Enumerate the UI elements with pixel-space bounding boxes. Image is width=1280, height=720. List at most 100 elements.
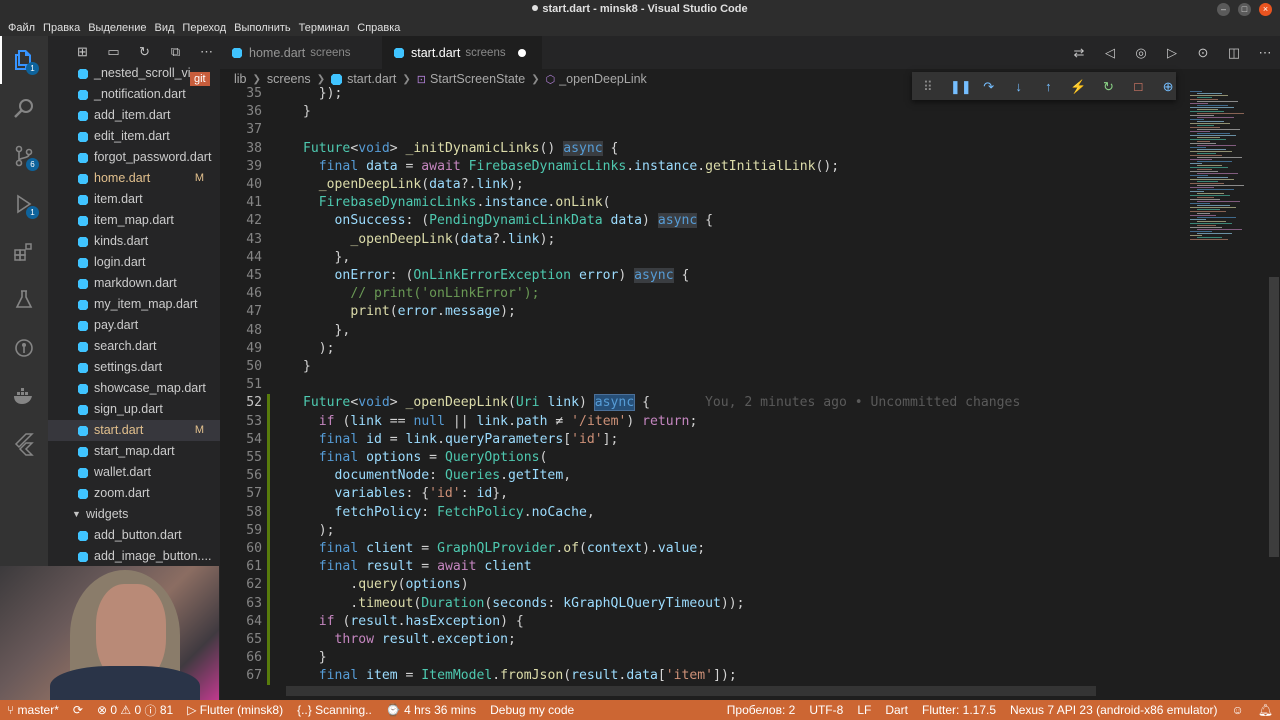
hot-reload-icon[interactable]: ⚡ [1070,78,1086,95]
step-into-icon[interactable]: ↓ [1011,78,1027,95]
file-item[interactable]: my_item_map.dart [48,294,220,315]
extensions-icon[interactable] [0,228,48,276]
device-status[interactable]: Nexus 7 API 23 (android-x86 emulator) [1003,703,1224,717]
unsaved-dot-icon[interactable] [517,48,526,57]
flutter-version-status[interactable]: Flutter: 1.17.5 [915,703,1003,717]
dart-file-icon [78,531,88,541]
menu-view[interactable]: Вид [151,22,179,34]
search-icon[interactable] [0,84,48,132]
minimap-line [1197,93,1222,94]
breadcrumb-screens[interactable]: screens [267,72,311,86]
notifications-icon[interactable]: 🔔︎ [1251,703,1280,717]
folder-widgets[interactable]: ▼ widgets [48,504,220,525]
file-item[interactable]: pay.dart [48,315,220,336]
feedback-icon[interactable]: ☺ [1225,703,1251,717]
git-graph-icon[interactable] [0,324,48,372]
minimap[interactable] [1186,85,1266,685]
close-button[interactable]: × [1259,3,1272,16]
file-item[interactable]: add_item.dart [48,105,220,126]
minimize-button[interactable]: – [1217,3,1230,16]
git-lens-icon[interactable]: ⊙ [1194,44,1212,62]
run-debug-icon[interactable]: 1 [0,180,48,228]
file-item[interactable]: item.dart [48,189,220,210]
file-item[interactable]: markdown.dart [48,273,220,294]
scroll-thumb[interactable] [1269,277,1279,557]
explorer-icon[interactable]: 1 [0,36,48,84]
file-item[interactable]: kinds.dart [48,231,220,252]
file-item[interactable]: home.dart M [48,168,220,189]
collapse-all-icon[interactable]: ⧉ [167,43,184,60]
split-editor-icon[interactable]: ◫ [1225,44,1243,62]
menu-help[interactable]: Справка [353,22,404,34]
file-item[interactable]: start.dart M [48,420,220,441]
file-item[interactable]: zoom.dart [48,483,220,504]
file-item[interactable]: start_map.dart [48,441,220,462]
breadcrumb-class[interactable]: StartScreenState [430,72,525,86]
menu-go[interactable]: Переход [178,22,230,34]
file-name: home.dart [94,171,151,185]
menu-terminal[interactable]: Терминал [295,22,354,34]
file-item[interactable]: search.dart [48,336,220,357]
more-actions-icon[interactable]: ⋯ [198,43,215,60]
more-actions-icon[interactable]: ⋯ [1256,44,1274,62]
horizontal-scrollbar[interactable] [286,686,1096,696]
debug-mode-status[interactable]: Debug my code [483,703,581,717]
branch-status[interactable]: ⑂ master* [0,703,66,717]
breadcrumb-file[interactable]: start.dart [347,72,396,86]
file-name: kinds.dart [94,234,149,248]
scanning-status: {..} Scanning.. [297,703,372,717]
stop-icon[interactable]: □ [1130,78,1146,95]
file-item[interactable]: item_map.dart [48,210,220,231]
go-back-icon[interactable]: ◁ [1101,44,1119,62]
encoding-status[interactable]: UTF-8 [802,703,850,717]
file-item[interactable]: showcase_map.dart [48,378,220,399]
file-item[interactable]: add_image_button.... [48,546,220,567]
minimap-line [1190,215,1216,216]
flutter-icon[interactable] [0,420,48,468]
code-editor[interactable]: 35 }); 36} 37 38 Future<void> _initDynami… [220,85,1186,685]
minimap-line [1190,147,1206,148]
source-map-icon[interactable]: ◎ [1132,44,1150,62]
menu-run[interactable]: Выполнить [230,22,294,34]
tab-home-dart[interactable]: home.dart screens [220,36,380,69]
menu-selection[interactable]: Выделение [84,22,150,34]
docker-icon[interactable] [0,372,48,420]
file-item[interactable]: login.dart [48,252,220,273]
eol-status[interactable]: LF [850,703,878,717]
minimap-line [1190,187,1214,188]
problems-status[interactable]: ⊗ 0 ⚠ 0 ⓘ 81 [90,702,180,719]
file-item[interactable]: wallet.dart [48,462,220,483]
inspect-widget-icon[interactable]: ⊕ [1160,78,1176,95]
new-folder-icon[interactable]: ▭ [105,43,122,60]
open-changes-icon[interactable]: ⇄ [1070,44,1088,62]
flutter-run-status[interactable]: ▷ Flutter (minsk8) [180,703,290,717]
source-control-icon[interactable]: 6 [0,132,48,180]
file-item[interactable]: forgot_password.dart [48,147,220,168]
new-file-icon[interactable]: ⊞ [74,43,91,60]
vertical-scrollbar[interactable] [1266,85,1280,685]
file-item[interactable]: settings.dart [48,357,220,378]
step-over-icon[interactable]: ↷ [981,78,997,95]
maximize-button[interactable]: □ [1238,3,1251,16]
step-out-icon[interactable]: ↑ [1040,78,1056,95]
breadcrumb-method[interactable]: _openDeepLink [559,72,647,86]
refresh-icon[interactable]: ↻ [136,43,153,60]
menu-file[interactable]: Файл [4,22,39,34]
indentation-status[interactable]: Пробелов: 2 [720,703,803,717]
tab-start-dart[interactable]: start.dart screens [382,36,542,69]
menu-edit[interactable]: Правка [39,22,84,34]
breadcrumb-lib[interactable]: lib [234,72,247,86]
file-name: _nested_scroll_vi... [94,66,202,80]
go-forward-icon[interactable]: ▷ [1163,44,1181,62]
drag-handle-icon[interactable]: ⠿ [920,78,936,95]
file-item[interactable]: _notification.dart [48,84,220,105]
testing-icon[interactable] [0,276,48,324]
sync-icon[interactable]: ⟳ [66,703,90,717]
wakatime-status[interactable]: ⌚ 4 hrs 36 mins [379,703,483,717]
language-status[interactable]: Dart [878,703,915,717]
file-item[interactable]: edit_item.dart [48,126,220,147]
restart-icon[interactable]: ↻ [1101,78,1117,95]
file-item[interactable]: add_button.dart [48,525,220,546]
pause-icon[interactable]: ❚❚ [950,78,972,95]
file-item[interactable]: sign_up.dart [48,399,220,420]
